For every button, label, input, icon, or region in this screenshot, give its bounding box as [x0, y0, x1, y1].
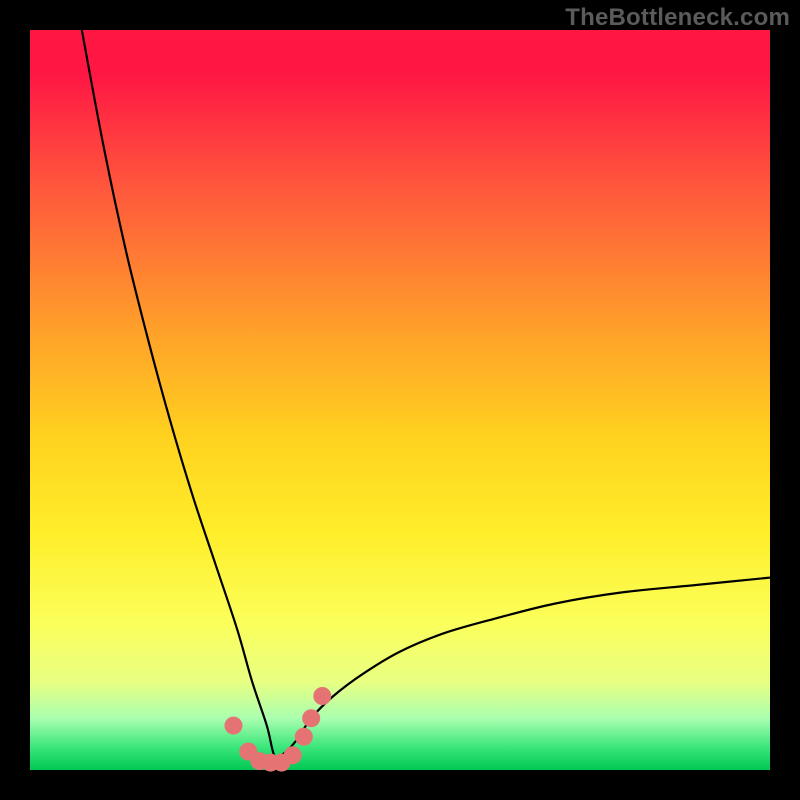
plot-area	[30, 30, 770, 770]
marker-dot	[225, 717, 243, 735]
chart-svg	[30, 30, 770, 770]
highlighted-points	[225, 687, 332, 772]
bottleneck-curve	[82, 30, 770, 758]
chart-frame: TheBottleneck.com	[0, 0, 800, 800]
watermark-text: TheBottleneck.com	[565, 4, 790, 32]
marker-dot	[295, 728, 313, 746]
marker-dot	[313, 687, 331, 705]
marker-dot	[302, 709, 320, 727]
marker-dot	[284, 746, 302, 764]
